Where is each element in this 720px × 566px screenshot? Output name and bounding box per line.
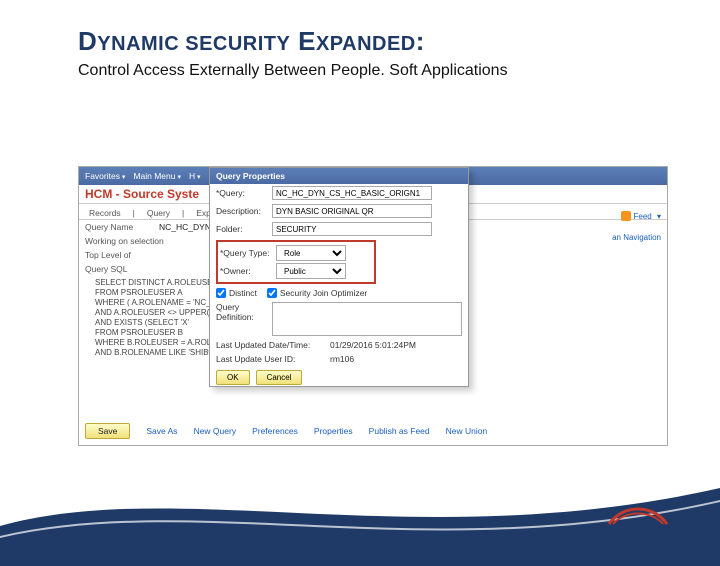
textarea-definition[interactable] xyxy=(272,302,462,336)
nav-mainmenu[interactable]: Main Menu xyxy=(133,171,181,181)
feed-link[interactable]: Feed ▾ xyxy=(621,211,661,221)
label-query: *Query: xyxy=(216,188,268,198)
new-union-link[interactable]: New Union xyxy=(446,426,488,436)
preferences-link[interactable]: Preferences xyxy=(252,426,298,436)
save-button[interactable]: Save xyxy=(85,423,130,439)
feed-icon xyxy=(621,211,631,221)
working-label: Working on selection xyxy=(85,236,153,246)
query-properties-dialog: Query Properties *Query: Description: Fo… xyxy=(209,167,469,387)
query-name-value: NC_HC_DYN xyxy=(159,222,211,232)
label-definition: Query Definition: xyxy=(216,302,268,322)
select-owner[interactable]: Public xyxy=(276,263,346,279)
publish-feed-link[interactable]: Publish as Feed xyxy=(369,426,430,436)
dialog-title: Query Properties xyxy=(210,168,468,184)
input-folder[interactable] xyxy=(272,222,432,236)
input-description[interactable] xyxy=(272,204,432,218)
label-updated-uid: Last Update User ID: xyxy=(216,354,326,364)
tab-query[interactable]: Query xyxy=(143,207,174,219)
checkbox-sjo[interactable] xyxy=(267,288,277,298)
logo-text: HEUG xyxy=(603,524,696,542)
select-query-type[interactable]: Role xyxy=(276,245,346,261)
properties-link[interactable]: Properties xyxy=(314,426,353,436)
label-owner: *Owner: xyxy=(220,266,272,276)
label-description: Description: xyxy=(216,206,268,216)
label-distinct: Distinct xyxy=(229,288,257,298)
ok-button[interactable]: OK xyxy=(216,370,250,385)
nav-extra[interactable]: H xyxy=(189,171,201,181)
tab-records[interactable]: Records xyxy=(85,207,125,219)
value-updated-dt: 01/29/2016 5:01:24PM xyxy=(330,340,416,350)
cancel-button[interactable]: Cancel xyxy=(256,370,303,385)
query-name-label: Query Name xyxy=(85,222,153,232)
an-navigation-link[interactable]: an Navigation xyxy=(612,233,661,242)
new-query-link[interactable]: New Query xyxy=(194,426,237,436)
bottom-toolbar: Save Save As New Query Preferences Prope… xyxy=(85,423,487,439)
sql-label: Query SQL xyxy=(85,264,153,274)
screenshot-area: Favorites Main Menu H HCM - Source Syste… xyxy=(78,166,668,446)
label-folder: Folder: xyxy=(216,224,268,234)
highlighted-fields: *Query Type: Role *Owner: Public xyxy=(216,240,376,284)
logo-tagline: HIGHER EDUCATION USER GROUP xyxy=(603,542,696,548)
heug-logo: HEUG HIGHER EDUCATION USER GROUP xyxy=(603,502,696,548)
nav-favorites[interactable]: Favorites xyxy=(85,171,125,181)
top-level-label: Top Level of xyxy=(85,250,153,260)
input-query[interactable] xyxy=(272,186,432,200)
slide-title: DYNAMIC SECURITY EXPANDED: xyxy=(78,26,720,57)
label-sjo: Security Join Optimizer xyxy=(280,288,367,298)
save-as-link[interactable]: Save As xyxy=(146,426,177,436)
slide-subtitle: Control Access Externally Between People… xyxy=(78,61,598,81)
value-updated-uid: rm106 xyxy=(330,354,354,364)
label-updated-dt: Last Updated Date/Time: xyxy=(216,340,326,350)
label-query-type: *Query Type: xyxy=(220,248,272,258)
checkbox-distinct[interactable] xyxy=(216,288,226,298)
